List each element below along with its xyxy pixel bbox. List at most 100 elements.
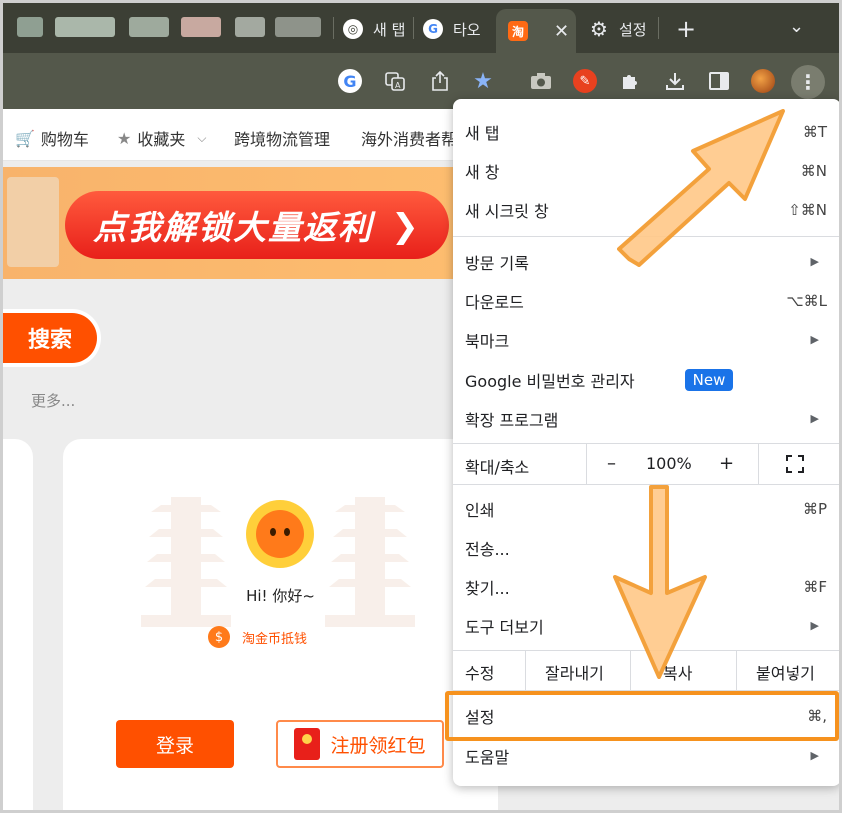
edit-separator xyxy=(630,650,631,690)
rebate-banner-button[interactable]: 点我解锁大量返利 ❯ xyxy=(65,191,449,259)
star-icon: ★ xyxy=(117,128,132,148)
tab-separator xyxy=(658,17,659,39)
greeting-text: Hi! 你好~ xyxy=(246,587,315,605)
submenu-arrow-icon: ▶ xyxy=(810,333,819,346)
bookmark-label: 海外消费者帮 xyxy=(361,130,458,149)
menu-item-more-tools[interactable]: 도구 더보기 ▶ xyxy=(453,606,839,645)
blurred-tab xyxy=(17,17,43,37)
fullscreen-icon[interactable] xyxy=(786,455,804,473)
menu-label: 확장 프로그램 xyxy=(465,410,559,430)
avatar[interactable] xyxy=(751,69,775,93)
blurred-tab xyxy=(55,17,115,37)
menu-label: 인쇄 xyxy=(465,500,495,520)
bookmark-label: 收藏夹 xyxy=(137,130,186,149)
menu-item-password-manager[interactable]: Google 비밀번호 관리자 New xyxy=(453,360,839,399)
coin-offer[interactable]: $ 淘金币抵钱 xyxy=(208,625,358,649)
puzzle-extensions-icon[interactable] xyxy=(618,69,642,93)
tab-search-chevron-icon[interactable]: ⌄ xyxy=(789,16,804,37)
menu-item-cast[interactable]: 전송... xyxy=(453,528,839,567)
menu-item-extensions[interactable]: 확장 프로그램 ▶ xyxy=(453,399,839,438)
menu-shortcut: ⌥⌘L xyxy=(786,291,827,310)
menu-label: 새 탭 xyxy=(465,123,500,143)
menu-item-new-window[interactable]: 새 창 ⌘N xyxy=(453,151,839,190)
menu-label: 도구 더보기 xyxy=(465,617,544,637)
menu-shortcut: ⌘N xyxy=(800,161,827,180)
menu-divider xyxy=(453,236,839,237)
menu-divider xyxy=(453,484,839,485)
menu-shortcut: ⌘P xyxy=(802,499,827,518)
bookmark-logistics[interactable]: 跨境物流管理 xyxy=(234,126,330,150)
taobao-icon: 淘 xyxy=(508,21,528,41)
login-button[interactable]: 登录 xyxy=(116,720,234,768)
menu-item-downloads[interactable]: 다운로드 ⌥⌘L xyxy=(453,281,839,320)
zoom-separator xyxy=(586,444,587,484)
close-icon[interactable]: ✕ xyxy=(554,21,569,42)
coin-icon: $ xyxy=(208,626,230,648)
search-button[interactable]: 搜索 xyxy=(3,309,101,367)
red-envelope-icon xyxy=(294,728,321,760)
menu-shortcut: ⌘T xyxy=(802,122,827,141)
download-icon[interactable] xyxy=(663,69,687,93)
svg-text:A: A xyxy=(395,81,401,90)
zoom-label: 확대/축소 xyxy=(465,458,530,477)
google-lens-icon[interactable]: G xyxy=(338,69,362,93)
menu-item-new-incognito[interactable]: 새 시크릿 창 ⇧⌘N xyxy=(453,190,839,229)
menu-item-bookmarks[interactable]: 북마크 ▶ xyxy=(453,320,839,359)
tab-tao[interactable]: G 타오 xyxy=(423,9,481,49)
extension-red-icon[interactable]: ✎ xyxy=(573,69,597,93)
bookmark-star-icon[interactable]: ★ xyxy=(471,69,495,94)
blurred-tab xyxy=(129,17,169,37)
signup-button[interactable]: 注册领红包 xyxy=(276,720,444,768)
share-icon[interactable] xyxy=(428,69,452,93)
zoom-out-button[interactable]: – xyxy=(607,453,616,474)
bookmark-consumer[interactable]: 海外消费者帮 xyxy=(361,126,457,150)
menu-item-new-tab[interactable]: 새 탭 ⌘T xyxy=(453,112,839,151)
cut-button[interactable]: 잘라내기 xyxy=(545,660,604,684)
menu-item-find[interactable]: 찾기... ⌘F xyxy=(453,567,839,606)
banner-decoration xyxy=(7,177,59,267)
zoom-in-button[interactable]: + xyxy=(719,453,734,474)
camera-icon[interactable] xyxy=(529,69,553,93)
submenu-arrow-icon: ▶ xyxy=(810,619,819,632)
new-tab-button[interactable]: + xyxy=(676,15,696,43)
blurred-tab xyxy=(235,17,265,37)
tab-separator xyxy=(413,17,414,39)
menu-item-help[interactable]: 도움말 ▶ xyxy=(453,736,839,775)
edit-separator xyxy=(525,650,526,690)
menu-shortcut: ⇧⌘N xyxy=(788,200,827,219)
tab-label: 설정 xyxy=(619,20,647,39)
paste-button[interactable]: 붙여넣기 xyxy=(756,660,815,684)
tab-strip: ◎ 새 탭 G 타오 淘 ✕ ⚙ 설정 + ⌄ xyxy=(3,3,839,53)
menu-label: 새 창 xyxy=(465,162,500,182)
banner-text: 点我解锁大量返利 xyxy=(93,208,374,247)
side-panel-icon[interactable] xyxy=(707,69,731,93)
tab-new-tab[interactable]: ◎ 새 탭 xyxy=(343,9,405,49)
menu-item-history[interactable]: 방문 기록 ▶ xyxy=(453,242,839,281)
menu-label: 전송... xyxy=(465,539,510,559)
copy-button[interactable]: 복사 xyxy=(663,660,692,684)
tab-taobao-active[interactable]: 淘 ✕ xyxy=(496,9,576,53)
side-card xyxy=(3,439,33,810)
tab-settings[interactable]: ⚙ 설정 xyxy=(589,9,647,49)
edit-separator xyxy=(736,650,737,690)
browser-window: ◎ 새 탭 G 타오 淘 ✕ ⚙ 설정 + ⌄ G A ★ ✎ ⋮ 🛒 购物车 … xyxy=(0,0,842,813)
edit-label: 수정 xyxy=(465,664,495,683)
menu-label: 방문 기록 xyxy=(465,253,529,273)
menu-zoom-row: 확대/축소 – 100% + xyxy=(453,444,839,484)
promo-banner[interactable]: 点我解锁大量返利 ❯ xyxy=(3,167,463,279)
menu-label: Google 비밀번호 관리자 xyxy=(465,371,635,391)
bookmark-label: 购物车 xyxy=(40,130,89,149)
bookmark-cart[interactable]: 🛒 购物车 xyxy=(15,126,89,150)
blurred-tab xyxy=(181,17,221,37)
new-badge: New xyxy=(684,368,734,391)
more-menu-icon[interactable]: ⋮ xyxy=(791,65,825,99)
zoom-separator xyxy=(758,444,759,484)
cart-icon: 🛒 xyxy=(15,128,35,148)
menu-item-print[interactable]: 인쇄 ⌘P xyxy=(453,489,839,528)
bookmark-favorites[interactable]: ★ 收藏夹 ⌵ xyxy=(117,126,206,150)
menu-shortcut: ⌘F xyxy=(803,577,827,596)
submenu-arrow-icon: ▶ xyxy=(810,255,819,268)
more-link[interactable]: 更多... xyxy=(31,390,75,411)
coin-text: 淘金币抵钱 xyxy=(242,631,308,647)
translate-icon[interactable]: A xyxy=(383,69,407,93)
